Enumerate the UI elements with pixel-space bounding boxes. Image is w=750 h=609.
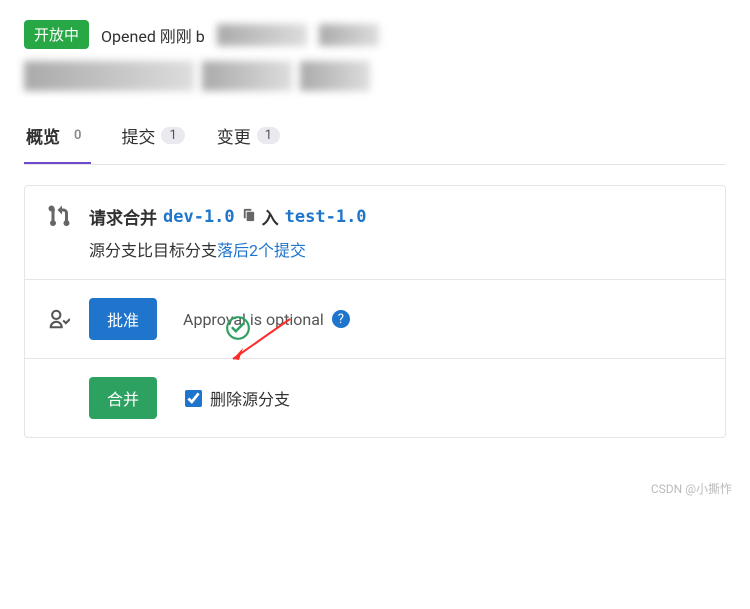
merge-button[interactable]: 合并 <box>89 377 157 419</box>
tab-label: 概览 <box>26 123 60 148</box>
merge-request-header: 请求合并 dev-1.0 入 test-1.0 源分支比目标分支落后2个提交 <box>25 186 725 280</box>
behind-link[interactable]: 落后2个提交 <box>217 241 306 260</box>
tab-count: 1 <box>161 127 184 144</box>
tab-count: 1 <box>257 127 280 144</box>
merge-title-prefix: 请求合并 <box>89 204 157 229</box>
redacted-block <box>217 24 307 46</box>
into-label: 入 <box>262 204 279 229</box>
approval-section: 批准 Approval is optional ? <box>25 280 725 359</box>
tab-label: 变更 <box>217 123 251 148</box>
behind-text-prefix: 源分支比目标分支 <box>89 241 217 260</box>
tab-count: 0 <box>66 127 89 144</box>
redacted-row <box>24 61 726 91</box>
target-branch[interactable]: test-1.0 <box>285 207 367 227</box>
approval-optional-text: Approval is optional <box>183 310 324 329</box>
opened-text: Opened 刚刚 b <box>101 23 205 47</box>
merge-request-icon <box>45 204 73 228</box>
approve-button[interactable]: 批准 <box>89 298 157 340</box>
help-icon[interactable]: ? <box>332 310 350 328</box>
delete-source-checkbox[interactable] <box>185 390 202 407</box>
merge-section: 合并 删除源分支 <box>25 359 725 437</box>
approver-icon <box>45 308 73 330</box>
delete-source-branch-option[interactable]: 删除源分支 <box>185 386 290 410</box>
watermark: CSDN @小撕怍 <box>0 476 750 507</box>
tab-commits[interactable]: 提交 1 <box>119 113 186 164</box>
tabs: 概览 0 提交 1 变更 1 <box>24 113 726 165</box>
status-badge: 开放中 <box>24 20 89 49</box>
tab-changes[interactable]: 变更 1 <box>215 113 282 164</box>
tab-overview[interactable]: 概览 0 <box>24 113 91 164</box>
redacted-block <box>319 24 379 46</box>
delete-source-label: 删除源分支 <box>210 386 290 410</box>
source-branch[interactable]: dev-1.0 <box>163 207 235 227</box>
copy-icon[interactable] <box>241 207 256 227</box>
merge-request-card: 请求合并 dev-1.0 入 test-1.0 源分支比目标分支落后2个提交 批… <box>24 185 726 438</box>
tab-label: 提交 <box>121 123 155 148</box>
